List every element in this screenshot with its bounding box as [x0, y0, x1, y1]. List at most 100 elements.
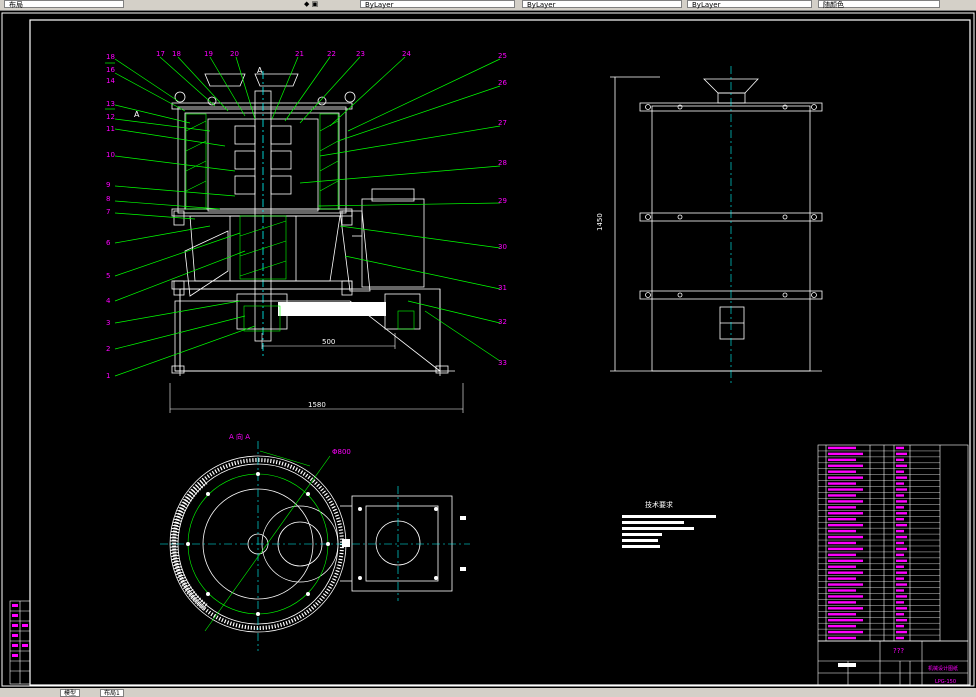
parts-row-text: [828, 506, 856, 509]
parts-row-text: [828, 470, 856, 473]
tab-model[interactable]: 模型: [60, 689, 81, 697]
parts-row-text: [828, 613, 856, 616]
title-block-name: ???: [893, 647, 904, 655]
parts-row-qty: [896, 571, 907, 574]
parts-row-text: [828, 571, 863, 574]
part-label: 32: [498, 318, 507, 326]
parts-row-text: [828, 547, 863, 551]
linetype-dropdown-value: ByLayer: [527, 1, 556, 9]
part-label: 5: [106, 272, 110, 280]
parts-row-text: [828, 607, 863, 610]
parts-row-text: [828, 565, 856, 568]
drive-belt: [278, 302, 386, 316]
parts-row-text: [828, 559, 863, 562]
parts-row-text: [828, 458, 856, 462]
part-label: 31: [498, 284, 507, 292]
part-label: 23: [356, 50, 365, 58]
parts-row-text: [828, 529, 856, 533]
parts-row-text: [828, 535, 863, 539]
parts-row-qty: [896, 624, 904, 628]
part-label: 30: [498, 243, 507, 251]
parts-row-qty: [896, 482, 904, 485]
part-label: 13: [106, 100, 115, 108]
plotstyle-dropdown[interactable]: 随颜色: [818, 0, 940, 9]
section-mark-left: A: [134, 110, 140, 119]
plan-dim-leader: [259, 450, 311, 467]
parts-row-qty: [896, 601, 904, 604]
part-label: 18: [172, 50, 181, 58]
part-label: 14: [106, 77, 115, 85]
parts-row-qty: [896, 636, 904, 640]
section-mark-top: A: [257, 66, 263, 75]
part-label: 21: [295, 50, 304, 58]
part-label: 27: [498, 119, 507, 127]
parts-row-qty: [896, 446, 904, 450]
part-label: 8: [106, 195, 110, 203]
layout-tabs: 模型 布局1: [0, 688, 976, 697]
part-label: 3: [106, 319, 110, 327]
parts-row-text: [828, 518, 856, 521]
part-label: 2: [106, 345, 110, 353]
part-label: 20: [230, 50, 239, 58]
toolbar: 布局 ◆ ▣ ByLayer ByLayer ByLayer 随颜色: [0, 0, 976, 11]
parts-row-text: [828, 464, 863, 467]
part-label: 22: [327, 50, 336, 58]
dim-inner-width: 500: [322, 338, 335, 346]
parts-row-qty: [896, 518, 904, 521]
parts-row-qty: [896, 500, 907, 503]
parts-row-qty: [896, 607, 907, 610]
part-label: 19: [204, 50, 213, 58]
plan-dim-line: [204, 455, 331, 632]
match-icon[interactable]: ▣: [312, 0, 319, 8]
title-block-school: 机械设计图纸: [928, 665, 958, 672]
parts-row-text: [828, 624, 856, 628]
parts-row-text: [828, 619, 863, 622]
parts-row-text: [828, 482, 856, 485]
parts-row-qty: [896, 619, 907, 622]
layer-selector-label: 布局: [9, 1, 23, 9]
parts-row-qty: [896, 559, 907, 562]
parts-row-qty: [896, 512, 907, 515]
part-label: 18: [106, 53, 115, 61]
tab-layout1[interactable]: 布局1: [100, 689, 124, 697]
part-label: 4: [106, 297, 111, 305]
cad-drawing-canvas[interactable]: 1580 500 A A 18 16 14 13 12 11 10 9 8 7 …: [0, 11, 976, 688]
parts-row-text: [828, 512, 863, 515]
parts-row-qty: [896, 452, 907, 456]
tab-layout1-label: 布局1: [104, 690, 120, 697]
part-label: 29: [498, 197, 507, 205]
parts-rows: [818, 446, 940, 642]
layer-selector[interactable]: 布局: [4, 0, 124, 9]
part-label: 6: [106, 239, 111, 247]
parts-row-qty: [896, 470, 904, 473]
tech-req-title: 技术要求: [645, 500, 673, 509]
part-label: 10: [106, 151, 115, 159]
parts-row-text: [828, 583, 863, 586]
parts-row-qty: [896, 458, 904, 462]
part-label: 24: [402, 50, 411, 58]
parts-row-text: [828, 553, 856, 557]
layer-icon[interactable]: ◆: [304, 0, 309, 8]
part-labels-left: 18 16 14 13 12 11 10 9 8 7 6 5 4 3 2 1: [106, 53, 115, 380]
color-dropdown[interactable]: ByLayer: [360, 0, 515, 9]
parts-row-qty: [896, 541, 904, 545]
parts-row-text: [828, 601, 856, 604]
plotstyle-dropdown-value: 随颜色: [823, 1, 844, 9]
title-block-mark: [838, 663, 856, 667]
parts-row-text: [828, 452, 863, 456]
part-label: 17: [156, 50, 165, 58]
lineweight-dropdown[interactable]: ByLayer: [687, 0, 812, 9]
parts-row-text: [828, 446, 856, 450]
parts-row-text: [828, 476, 863, 479]
parts-row-qty: [896, 553, 904, 557]
parts-row-qty: [896, 476, 907, 479]
side-strip: [9, 600, 31, 685]
parts-row-qty: [896, 577, 904, 580]
linetype-dropdown[interactable]: ByLayer: [522, 0, 682, 9]
parts-row-qty: [896, 488, 907, 491]
parts-row-qty: [896, 613, 904, 616]
plan-dim: Φ800: [332, 448, 351, 456]
part-label: 7: [106, 208, 110, 216]
parts-row-qty: [896, 583, 907, 586]
part-label: 26: [498, 79, 507, 87]
